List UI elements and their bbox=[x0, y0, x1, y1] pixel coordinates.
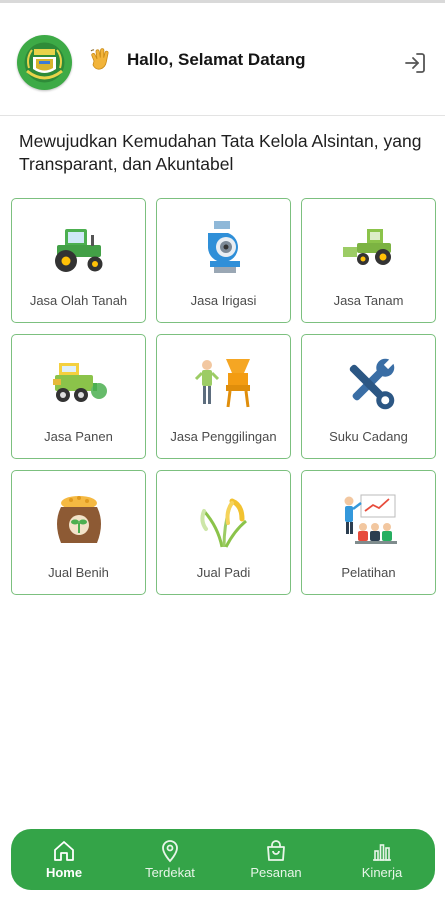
service-card-jual-benih[interactable]: Jual Benih bbox=[11, 470, 146, 595]
app-header: Hallo, Selamat Datang bbox=[0, 3, 445, 116]
waving-hand-icon bbox=[88, 47, 114, 73]
regional-emblem-logo bbox=[17, 35, 72, 90]
service-card-jual-padi[interactable]: Jual Padi bbox=[156, 470, 291, 595]
service-card-jasa-panen[interactable]: Jasa Panen bbox=[11, 334, 146, 459]
tools-icon bbox=[337, 353, 401, 415]
bar-chart-icon bbox=[373, 844, 391, 861]
service-label: Pelatihan bbox=[341, 565, 396, 580]
service-label: Jasa Tanam bbox=[333, 293, 404, 308]
nav-kinerja[interactable]: Kinerja bbox=[332, 839, 432, 880]
service-label: Jasa Olah Tanah bbox=[29, 293, 128, 308]
tagline: Mewujudkan Kemudahan Tata Kelola Alsinta… bbox=[19, 131, 422, 174]
rice-plant-icon bbox=[192, 489, 256, 551]
greeting-text: Hallo, Selamat Datang bbox=[127, 50, 306, 69]
service-label: Suku Cadang bbox=[329, 429, 408, 444]
nav-terdekat[interactable]: Terdekat bbox=[120, 839, 220, 880]
bottom-navigation: Home Terdekat Pesanan Kinerja bbox=[11, 829, 435, 890]
nav-label: Pesanan bbox=[250, 865, 302, 880]
service-label: Jual Benih bbox=[48, 565, 109, 580]
location-pin-icon bbox=[162, 840, 178, 863]
water-pump-icon bbox=[192, 217, 256, 279]
training-icon bbox=[337, 489, 401, 551]
shopping-bag-icon bbox=[267, 840, 285, 861]
logout-icon[interactable] bbox=[403, 51, 427, 75]
nav-label: Terdekat bbox=[145, 865, 195, 880]
nav-pesanan[interactable]: Pesanan bbox=[226, 839, 326, 880]
seed-sack-icon bbox=[47, 489, 111, 551]
service-card-jasa-irigasi[interactable]: Jasa Irigasi bbox=[156, 198, 291, 323]
service-label: Jasa Irigasi bbox=[190, 293, 257, 308]
service-card-jasa-tanam[interactable]: Jasa Tanam bbox=[301, 198, 436, 323]
nav-label: Kinerja bbox=[361, 865, 403, 880]
service-card-jasa-penggilingan[interactable]: Jasa Penggilingan bbox=[156, 334, 291, 459]
rice-mill-icon bbox=[192, 353, 256, 415]
service-grid: Jasa Olah Tanah Jasa Irigasi Jasa Tanam … bbox=[11, 198, 436, 595]
service-label: Jasa Panen bbox=[44, 429, 113, 444]
home-icon bbox=[54, 841, 74, 861]
service-label: Jasa Penggilingan bbox=[170, 429, 277, 444]
nav-home[interactable]: Home bbox=[14, 839, 114, 880]
nav-label: Home bbox=[45, 865, 83, 880]
rice-planter-icon bbox=[337, 217, 401, 279]
combine-harvester-icon bbox=[47, 353, 111, 415]
service-label: Jual Padi bbox=[196, 565, 251, 580]
tractor-icon bbox=[47, 217, 111, 279]
service-card-pelatihan[interactable]: Pelatihan bbox=[301, 470, 436, 595]
service-card-suku-cadang[interactable]: Suku Cadang bbox=[301, 334, 436, 459]
service-card-jasa-olah-tanah[interactable]: Jasa Olah Tanah bbox=[11, 198, 146, 323]
